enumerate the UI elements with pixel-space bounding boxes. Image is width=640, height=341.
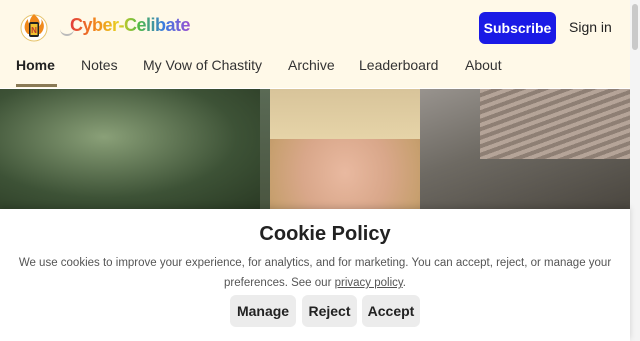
scrollbar-thumb[interactable]	[632, 4, 638, 50]
site-header: N Cyber-Celibate Subscribe Sign in Home …	[0, 0, 630, 88]
hero-hair	[270, 89, 420, 139]
cookie-description: We use cookies to improve your experienc…	[18, 257, 612, 289]
nav-active-indicator	[16, 84, 57, 87]
privacy-policy-link[interactable]: privacy policy	[335, 277, 403, 289]
nav-item-leaderboard[interactable]: Leaderboard	[359, 57, 438, 73]
cookie-period: .	[402, 277, 406, 289]
cookie-banner: Cookie Policy We use cookies to improve …	[0, 209, 630, 341]
cookie-text: We use cookies to improve your experienc…	[12, 253, 618, 293]
hero-trees	[0, 89, 260, 209]
svg-text:N: N	[31, 26, 37, 35]
manage-button[interactable]: Manage	[230, 295, 296, 327]
brand-name[interactable]: Cyber-Celibate	[70, 15, 191, 36]
hero-roof	[480, 89, 630, 159]
scrollbar-track[interactable]	[630, 0, 640, 341]
nav-item-vow[interactable]: My Vow of Chastity	[143, 57, 262, 73]
nav-item-about[interactable]: About	[465, 57, 502, 73]
accept-button[interactable]: Accept	[362, 295, 420, 327]
cookie-title: Cookie Policy	[259, 223, 391, 245]
main-nav: Home Notes My Vow of Chastity Archive Le…	[0, 55, 630, 88]
nav-item-notes[interactable]: Notes	[81, 57, 118, 73]
subscribe-button[interactable]: Subscribe	[479, 12, 556, 44]
signin-link[interactable]: Sign in	[569, 19, 612, 35]
site-logo-icon[interactable]: N	[20, 12, 48, 42]
hero-image	[0, 89, 630, 209]
nav-item-home[interactable]: Home	[16, 57, 55, 73]
reject-button[interactable]: Reject	[302, 295, 357, 327]
nav-item-archive[interactable]: Archive	[288, 57, 335, 73]
